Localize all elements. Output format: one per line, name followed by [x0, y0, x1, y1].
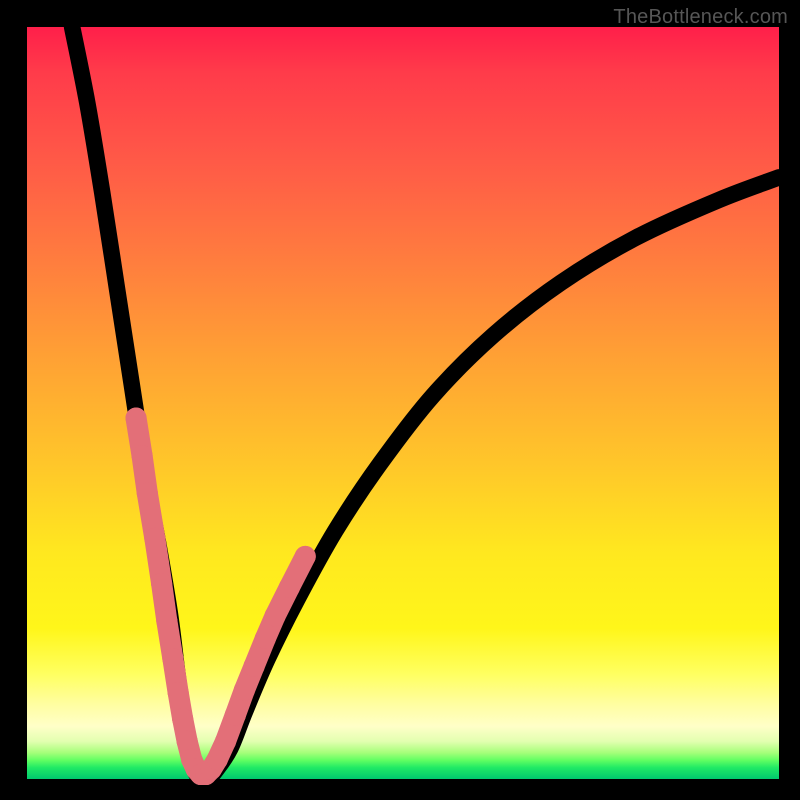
plot-area: [27, 27, 779, 779]
curve-markers: [126, 408, 316, 786]
chart-frame: TheBottleneck.com: [0, 0, 800, 800]
plot-svg: [27, 27, 779, 779]
curve-marker: [295, 546, 316, 567]
watermark-text: TheBottleneck.com: [613, 6, 788, 29]
